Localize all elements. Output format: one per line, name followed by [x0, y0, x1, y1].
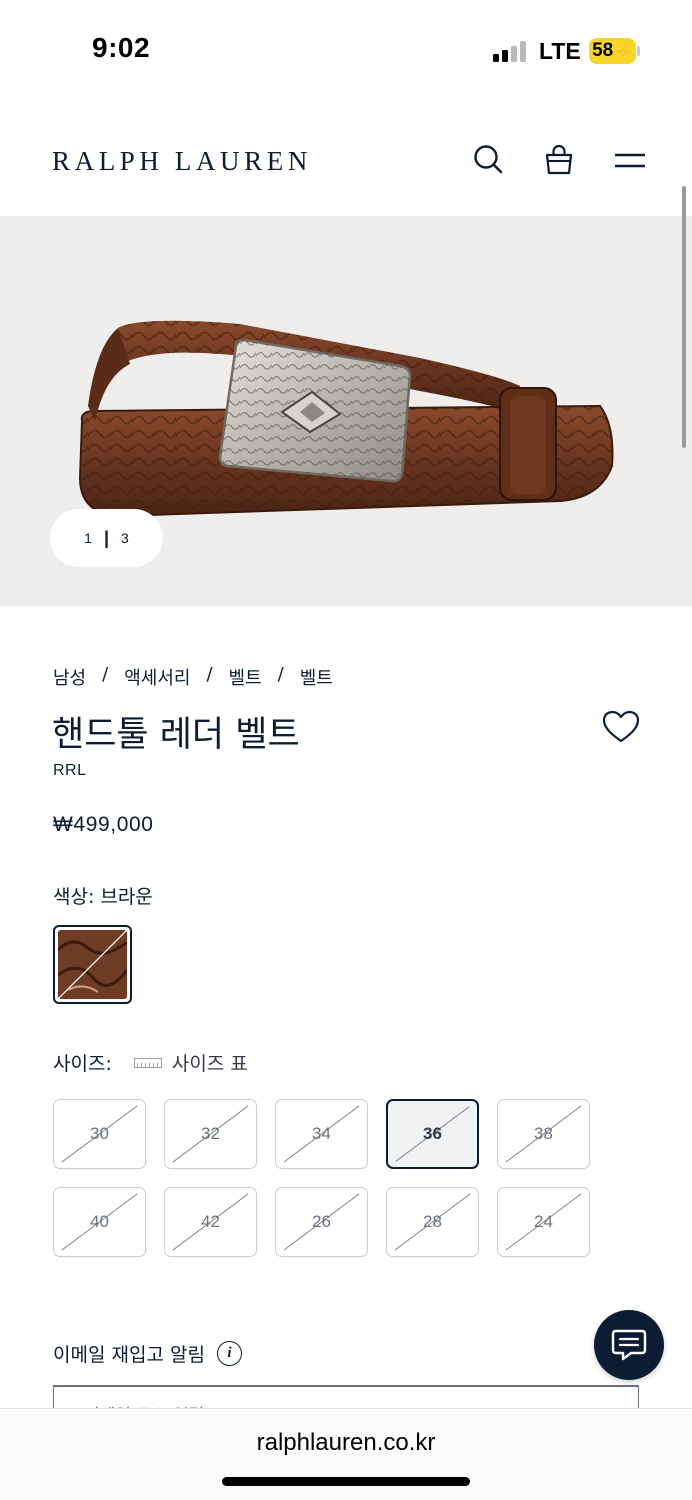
- heart-icon[interactable]: [602, 710, 640, 744]
- product-price: ₩499,000: [53, 813, 154, 836]
- status-bar: 9:02 LTE 58 ⚡: [0, 0, 692, 100]
- gallery-separator: |: [103, 527, 110, 548]
- size-label: 사이즈:: [53, 1053, 112, 1075]
- size-option-38[interactable]: 38: [497, 1099, 590, 1169]
- breadcrumb-separator: /: [277, 664, 284, 685]
- ralph-lauren-logo[interactable]: RALPH LAUREN: [52, 146, 312, 177]
- size-option-32[interactable]: 32: [164, 1099, 257, 1169]
- restock-notify-label: 이메일 재입고 알림 i: [53, 1340, 242, 1367]
- status-time: 9:02: [92, 32, 151, 63]
- search-icon[interactable]: [470, 142, 506, 178]
- page-scrollbar[interactable]: [682, 186, 686, 448]
- ruler-icon: [133, 1057, 162, 1068]
- menu-icon[interactable]: [612, 142, 648, 178]
- network-label: LTE: [539, 38, 581, 64]
- battery-level: 58: [592, 40, 614, 61]
- color-value: 브라운: [100, 886, 153, 908]
- site-header: RALPH LAUREN: [0, 118, 692, 208]
- product-title: 핸드툴 레더 벨트: [52, 715, 300, 755]
- url-text[interactable]: ralphlauren.co.kr: [0, 1429, 692, 1457]
- breadcrumb-item-men[interactable]: 남성: [53, 664, 86, 690]
- size-option-40[interactable]: 40: [53, 1187, 146, 1257]
- swatch-image: [58, 930, 127, 999]
- color-selector-label: 색상: 브라운: [53, 882, 153, 909]
- info-icon[interactable]: i: [216, 1341, 242, 1366]
- size-guide-label: 사이즈 표: [171, 1053, 248, 1075]
- breadcrumb-item-accessories[interactable]: 액세서리: [124, 664, 190, 690]
- size-guide-link[interactable]: 사이즈 표: [133, 1049, 248, 1076]
- size-option-36[interactable]: 36: [386, 1099, 479, 1169]
- gallery-pager[interactable]: 1 | 3: [50, 509, 163, 567]
- battery-icon: 58 ⚡: [589, 38, 636, 64]
- size-selector-label: 사이즈: 사이즈 표: [53, 1049, 248, 1076]
- breadcrumb-item-belts-current[interactable]: 벨트: [300, 664, 333, 690]
- size-option-26[interactable]: 26: [275, 1187, 368, 1257]
- size-option-42[interactable]: 42: [164, 1187, 257, 1257]
- gallery-total: 3: [121, 530, 129, 546]
- product-image-gallery[interactable]: 1 | 3: [0, 216, 692, 606]
- color-label: 색상:: [53, 886, 95, 908]
- breadcrumb-item-belts[interactable]: 벨트: [229, 664, 262, 690]
- shopping-bag-icon[interactable]: [541, 142, 577, 178]
- signal-icon: [493, 40, 527, 62]
- product-brand: RRL: [53, 762, 87, 779]
- breadcrumb: 남성 / 액세서리 / 벨트 / 벨트: [53, 664, 333, 690]
- gallery-current: 1: [84, 530, 92, 546]
- breadcrumb-separator: /: [206, 664, 213, 685]
- size-option-24[interactable]: 24: [497, 1187, 590, 1257]
- battery-nub: [637, 46, 640, 56]
- chat-bubble-icon: [611, 1329, 647, 1361]
- color-swatch-brown[interactable]: [53, 925, 132, 1004]
- breadcrumb-separator: /: [102, 664, 109, 685]
- size-option-30[interactable]: 30: [53, 1099, 146, 1169]
- home-indicator[interactable]: [222, 1477, 470, 1486]
- restock-label: 이메일 재입고 알림: [53, 1344, 205, 1366]
- size-option-28[interactable]: 28: [386, 1187, 479, 1257]
- chat-button[interactable]: [594, 1310, 664, 1380]
- browser-address-bar: ralphlauren.co.kr: [0, 1408, 692, 1500]
- size-option-34[interactable]: 34: [275, 1099, 368, 1169]
